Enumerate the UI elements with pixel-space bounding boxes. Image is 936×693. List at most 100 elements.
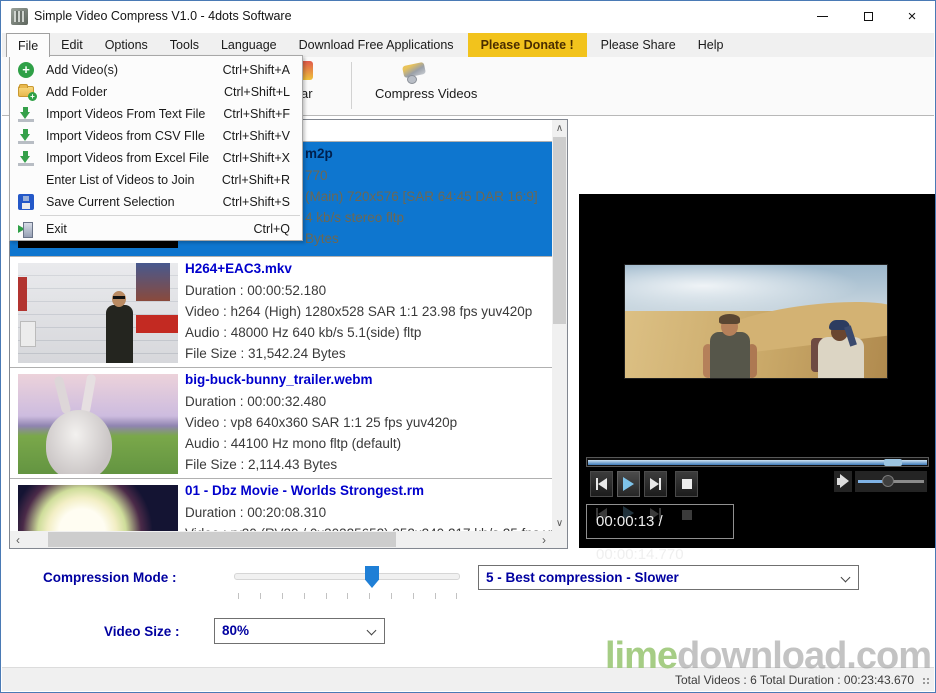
volume-icon[interactable] (834, 471, 852, 492)
add-folder-icon (18, 86, 34, 97)
shortcut-label: Ctrl+Shift+X (223, 151, 290, 165)
scroll-left-icon[interactable]: ‹ (10, 531, 26, 548)
audio-stream-info: Audio : 48000 Hz 640 kb/s 5.1(side) fltp (185, 325, 421, 340)
maximize-button[interactable] (845, 1, 891, 32)
video-duration: 770 (305, 168, 328, 183)
minimize-button[interactable] (799, 1, 845, 32)
video-size-label: Video Size : (104, 624, 180, 639)
volume-knob[interactable] (882, 475, 894, 487)
skip-end-icon (650, 478, 659, 490)
file-menu-dropdown: + Add Video(s) Ctrl+Shift+A Add Folder C… (9, 55, 303, 241)
compression-mode-select[interactable]: 5 - Best compression - Slower (478, 565, 859, 590)
file-size: File Size : 31,542.24 Bytes (185, 346, 346, 361)
slider-tick (304, 593, 305, 599)
scroll-down-icon[interactable]: ∨ (552, 515, 567, 531)
app-window: Simple Video Compress V1.0 - 4dots Softw… (0, 0, 936, 693)
compression-mode-value: 5 - Best compression - Slower (486, 570, 679, 585)
video-stream-info: (Main) 720x576 [SAR 64:45 DAR 16:9] (305, 189, 538, 204)
shortcut-label: Ctrl+Shift+F (223, 107, 290, 121)
minimize-icon (817, 16, 828, 17)
list-item[interactable]: big-buck-bunny_trailer.webm Duration : 0… (10, 367, 552, 478)
stop-button[interactable] (675, 471, 698, 497)
menu-language[interactable]: Language (210, 33, 288, 57)
menu-item-exit[interactable]: Exit Ctrl+Q (10, 218, 302, 240)
play-button[interactable] (617, 471, 640, 497)
slider-tick (435, 593, 436, 599)
playback-time: 00:00:13 / 00:00:14.770 (586, 504, 734, 539)
volume-slider[interactable] (855, 471, 927, 492)
skip-to-start-button[interactable] (590, 471, 613, 497)
slider-tick (369, 593, 370, 599)
video-filename: H264+EAC3.mkv (185, 261, 292, 276)
chevron-down-icon (841, 573, 851, 583)
menu-please-donate[interactable]: Please Donate ! (468, 33, 587, 57)
file-size: File Size : 2,114.43 Bytes (185, 457, 337, 472)
scroll-right-icon[interactable]: › (536, 531, 552, 548)
slider-tick (456, 593, 457, 599)
titlebar: Simple Video Compress V1.0 - 4dots Softw… (1, 1, 935, 32)
shortcut-label: Ctrl+Shift+L (224, 85, 290, 99)
import-text-icon (18, 106, 34, 122)
scrollbar-corner (552, 531, 567, 548)
menu-help[interactable]: Help (687, 33, 735, 57)
app-icon (11, 8, 28, 25)
compress-videos-button[interactable]: Compress Videos (375, 86, 477, 101)
shortcut-label: Ctrl+Shift+V (223, 129, 290, 143)
list-item[interactable]: H264+EAC3.mkv Duration : 00:00:52.180 Vi… (10, 256, 552, 367)
slider-tick (326, 593, 327, 599)
vertical-scrollbar-thumb[interactable] (553, 137, 566, 324)
status-totals: Total Videos : 6 Total Duration : 00:23:… (675, 673, 914, 687)
menu-download-free-applications[interactable]: Download Free Applications (288, 33, 465, 57)
slider-tick (238, 593, 239, 599)
file-size: Bytes (305, 231, 339, 246)
stop-icon (682, 479, 692, 489)
compress-videos-icon (401, 62, 429, 82)
compression-slider-track[interactable] (234, 573, 460, 580)
menu-options[interactable]: Options (94, 33, 159, 57)
menu-item-add-folder[interactable]: Add Folder Ctrl+Shift+L (10, 81, 302, 103)
seek-bar-thumb[interactable] (884, 459, 902, 466)
menu-edit[interactable]: Edit (50, 33, 94, 57)
shortcut-label: Ctrl+Shift+S (223, 195, 290, 209)
play-icon (623, 477, 634, 491)
menu-tools[interactable]: Tools (159, 33, 210, 57)
menu-item-enter-join-list[interactable]: Enter List of Videos to Join Ctrl+Shift+… (10, 169, 302, 191)
vertical-scrollbar[interactable]: ∧ ∨ (552, 120, 567, 531)
chevron-down-icon (367, 626, 377, 636)
menu-item-import-excel[interactable]: Import Videos from Excel File Ctrl+Shift… (10, 147, 302, 169)
menu-item-save-selection[interactable]: Save Current Selection Ctrl+Shift+S (10, 191, 302, 213)
import-csv-icon (18, 128, 34, 144)
horizontal-scrollbar[interactable]: ‹ › (10, 531, 552, 548)
close-button[interactable]: × (889, 1, 935, 32)
video-stream-info: Video : h264 (High) 1280x528 SAR 1:1 23.… (185, 304, 532, 319)
menu-item-add-videos[interactable]: + Add Video(s) Ctrl+Shift+A (10, 59, 302, 81)
menu-please-share[interactable]: Please Share (590, 33, 687, 57)
slider-tick (260, 593, 261, 599)
audio-stream-info: 4 kb/s stereo fltp (305, 210, 404, 225)
close-icon: × (908, 8, 917, 25)
menu-item-import-text[interactable]: Import Videos From Text File Ctrl+Shift+… (10, 103, 302, 125)
skip-to-end-button[interactable] (644, 471, 667, 497)
menu-file[interactable]: File (6, 33, 50, 57)
scroll-up-icon[interactable]: ∧ (552, 120, 567, 136)
video-thumbnail (18, 374, 178, 474)
video-size-select[interactable]: 80% (214, 618, 385, 644)
exit-icon (18, 221, 34, 237)
list-item[interactable]: 01 - Dbz Movie - Worlds Strongest.rm Dur… (10, 478, 552, 531)
horizontal-scrollbar-thumb[interactable] (48, 532, 396, 547)
compression-mode-label: Compression Mode : (43, 570, 177, 585)
resize-grip-icon[interactable] (921, 676, 929, 684)
statusbar: Total Videos : 6 Total Duration : 00:23:… (2, 667, 934, 691)
slider-tick (391, 593, 392, 599)
add-video-icon: + (18, 62, 34, 78)
video-duration: Duration : 00:00:32.480 (185, 394, 326, 409)
compression-slider-thumb[interactable] (365, 566, 379, 588)
seek-bar[interactable] (586, 457, 929, 467)
video-duration: Duration : 00:00:52.180 (185, 283, 326, 298)
menu-item-import-csv[interactable]: Import Videos from CSV FIle Ctrl+Shift+V (10, 125, 302, 147)
video-filename: m2p (305, 146, 333, 161)
video-frame (624, 264, 888, 379)
video-filename: big-buck-bunny_trailer.webm (185, 372, 373, 387)
shortcut-label: Ctrl+Shift+A (223, 63, 290, 77)
video-size-value: 80% (222, 623, 249, 638)
